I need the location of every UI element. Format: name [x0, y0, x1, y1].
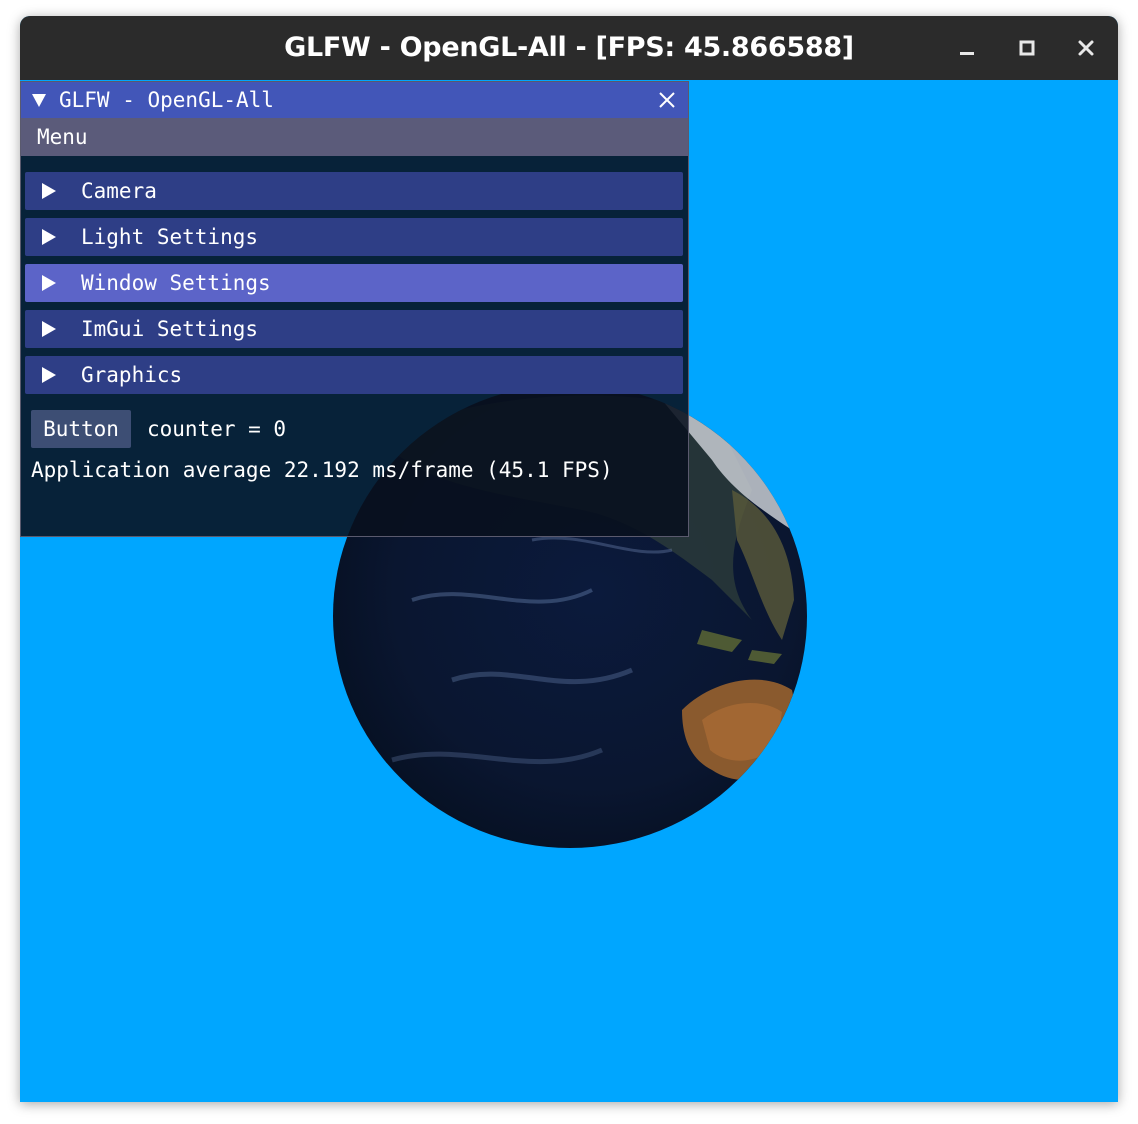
- close-icon[interactable]: [657, 90, 677, 110]
- collapse-triangle-icon[interactable]: [31, 92, 47, 108]
- header-window-settings[interactable]: Window Settings: [25, 264, 683, 302]
- imgui-titlebar[interactable]: GLFW - OpenGL-All: [21, 82, 688, 118]
- average-frame-text: Application average 22.192 ms/frame (45.…: [31, 458, 613, 482]
- counter-text: counter = 0: [147, 417, 287, 441]
- imgui-window-title: GLFW - OpenGL-All: [59, 88, 274, 112]
- minimize-button[interactable]: [952, 33, 982, 63]
- imgui-window[interactable]: GLFW - OpenGL-All Menu Camera Light Sett…: [20, 81, 689, 537]
- expand-arrow-icon: [42, 275, 56, 291]
- expand-arrow-icon: [42, 183, 56, 199]
- header-imgui-settings[interactable]: ImGui Settings: [25, 310, 683, 348]
- expand-arrow-icon: [42, 321, 56, 337]
- imgui-menubar: Menu: [21, 118, 688, 156]
- maximize-button[interactable]: [1012, 33, 1042, 63]
- header-label: Window Settings: [81, 271, 271, 295]
- expand-arrow-icon: [42, 367, 56, 383]
- header-label: ImGui Settings: [81, 317, 259, 341]
- window-titlebar[interactable]: GLFW - OpenGL-All - [FPS: 45.866588]: [20, 16, 1118, 80]
- close-button[interactable]: [1071, 33, 1101, 63]
- menu-item-menu[interactable]: Menu: [37, 118, 88, 156]
- minimize-icon: [960, 52, 974, 55]
- header-graphics[interactable]: Graphics: [25, 356, 683, 394]
- imgui-button[interactable]: Button: [31, 410, 131, 448]
- close-icon: [1078, 40, 1094, 56]
- header-label: Graphics: [81, 363, 183, 387]
- header-label: Camera: [81, 179, 157, 203]
- header-label: Light Settings: [81, 225, 259, 249]
- maximize-icon: [1019, 40, 1035, 56]
- expand-arrow-icon: [42, 229, 56, 245]
- app-window: GLFW - OpenGL-All - [FPS: 45.866588] GLF…: [20, 16, 1118, 1102]
- header-camera[interactable]: Camera: [25, 172, 683, 210]
- header-light-settings[interactable]: Light Settings: [25, 218, 683, 256]
